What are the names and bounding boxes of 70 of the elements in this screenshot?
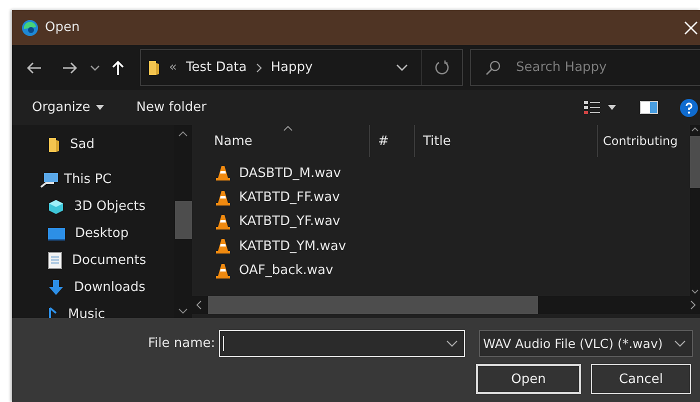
chevron-right-icon[interactable] [256,62,262,72]
down-arrow-icon [48,280,64,296]
caret-icon [96,105,104,110]
search-icon [485,60,501,76]
scroll-left-icon[interactable] [196,300,202,310]
sidebar-item[interactable]: 3D Objects [12,193,174,220]
file-row[interactable]: KATBTD_YM.wav [192,234,690,259]
scroll-up-icon[interactable] [691,127,699,132]
file-row[interactable]: OAF_back.wav [192,258,690,283]
file-row[interactable]: KATBTD_YF.wav [192,210,690,234]
address-bar[interactable]: « Test Data Happy [140,49,463,86]
column-header[interactable]: Name [206,125,369,157]
column-header[interactable]: # [369,125,414,157]
monitor-icon [48,226,65,240]
column-header[interactable]: Title [414,125,597,157]
scrollbar-thumb[interactable] [690,136,700,188]
breadcrumb[interactable]: Test Data [186,60,247,75]
traffic-cone-icon [216,214,230,230]
file-list-scrollbar[interactable] [690,125,700,296]
app-icon [21,18,39,36]
sidebar-item[interactable]: This PC [12,166,174,193]
folder-icon [148,60,160,76]
sidebar-item[interactable]: Documents [12,247,174,274]
file-row[interactable]: DASBTD_M.wav [192,161,690,186]
traffic-cone-icon [216,165,230,182]
scroll-down-icon[interactable] [691,289,699,294]
breadcrumb[interactable]: Happy [270,60,313,75]
new-folder-button[interactable]: New folder [128,96,214,119]
scroll-down-icon[interactable] [178,308,188,314]
preview-pane-icon[interactable] [640,101,658,114]
view-caret-icon[interactable] [608,105,616,110]
scrollbar-thumb[interactable] [174,201,192,239]
window-title: Open [45,20,80,35]
file-row[interactable]: KATBTD_FF.wav [192,185,690,210]
open-button[interactable]: Open [476,364,581,394]
horizontal-scrollbar[interactable] [192,296,700,314]
traffic-cone-icon [216,238,230,254]
file-name-field[interactable] [219,330,466,357]
cube-icon [48,198,64,214]
column-header[interactable]: Contributing [597,125,681,157]
sidebar-item[interactable]: Music [12,301,174,318]
recent-caret-icon[interactable] [90,64,100,70]
view-list-icon[interactable] [584,100,600,114]
file-type-dropdown[interactable]: WAV Audio File (VLC) (*.wav) [479,330,694,357]
search-field[interactable]: Search Happy [470,49,700,86]
computer-icon [40,172,60,188]
close-icon[interactable] [684,20,698,34]
sidebar-item[interactable]: Sad [12,131,174,158]
refresh-icon[interactable] [434,60,450,75]
overflow-chevron[interactable]: « [169,60,177,75]
forward-icon[interactable] [62,60,78,74]
scroll-up-icon[interactable] [178,131,188,137]
folder-icon [48,136,60,152]
traffic-cone-icon [216,190,230,206]
cancel-button[interactable]: Cancel [591,364,691,394]
sidebar-item[interactable]: Downloads [12,274,174,301]
music-note-icon [48,306,58,318]
dropdown-caret-icon[interactable] [674,340,686,347]
scrollbar-thumb[interactable] [208,296,538,314]
back-icon[interactable] [26,60,42,74]
document-icon [48,252,62,269]
file-name-label: File name: [148,336,216,351]
help-icon[interactable] [680,98,698,116]
sidebar-item[interactable]: Desktop [12,220,174,247]
dropdown-caret-icon[interactable] [396,64,408,71]
dropdown-caret-icon[interactable] [446,340,458,347]
traffic-cone-icon [216,262,230,279]
organize-button[interactable]: Organize [24,96,112,119]
scroll-right-icon[interactable] [690,300,696,310]
up-arrow-icon[interactable] [112,60,124,76]
